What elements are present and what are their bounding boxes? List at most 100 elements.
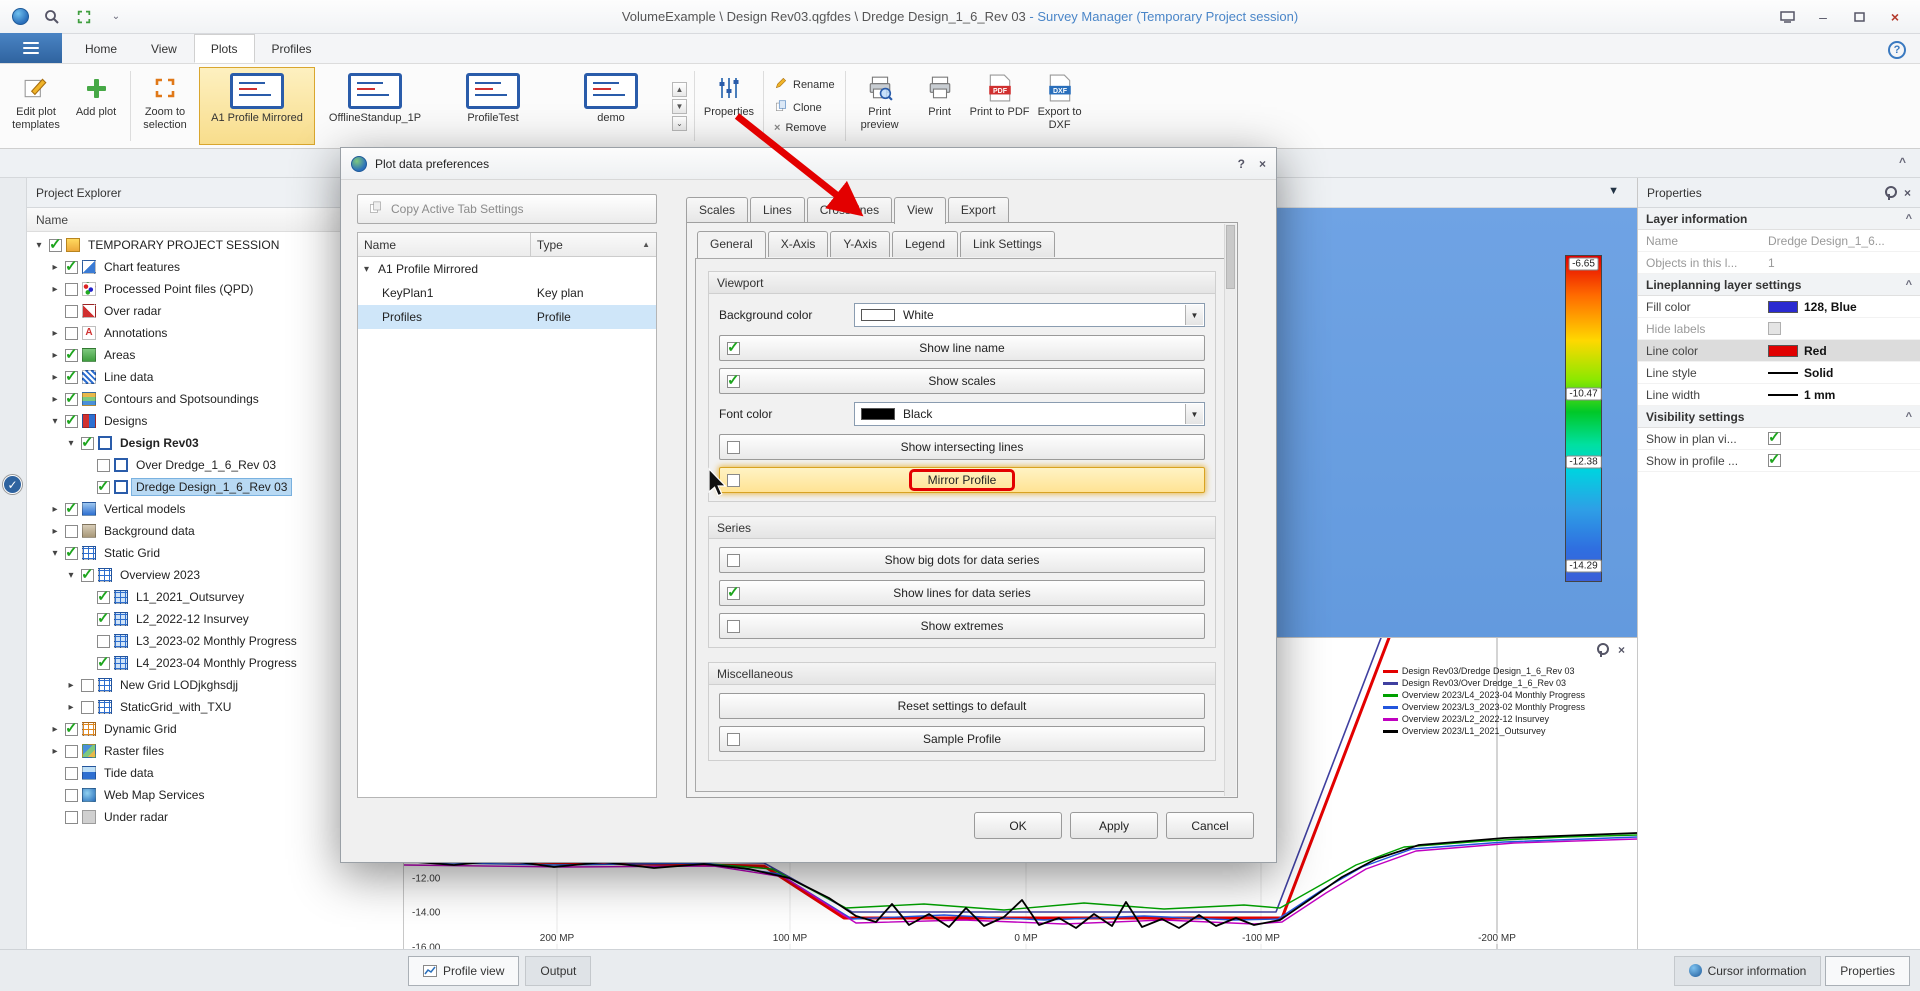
magnifier-icon[interactable] <box>42 7 62 27</box>
property-row-show-in-plan-vi[interactable]: Show in plan vi... <box>1638 428 1920 450</box>
export-to-dxf-button[interactable]: DXF Export to DXF <box>1030 67 1090 145</box>
show-intersecting-lines-checkbox[interactable] <box>727 441 740 454</box>
tree-checkbox[interactable] <box>81 569 94 582</box>
tree-checkbox[interactable] <box>97 591 110 604</box>
maximize-button[interactable] <box>1850 8 1868 26</box>
print-button[interactable]: Print <box>910 67 970 145</box>
pin-icon[interactable] <box>1884 186 1894 200</box>
pin-icon[interactable] <box>1596 643 1606 657</box>
show-scales-toggle[interactable]: Show scales <box>719 368 1205 394</box>
property-checkbox[interactable] <box>1768 454 1781 467</box>
rename-button[interactable]: Rename <box>768 75 841 94</box>
tree-checkbox[interactable] <box>65 261 78 274</box>
show-big-dots-checkbox[interactable] <box>727 554 740 567</box>
tree-checkbox[interactable] <box>65 525 78 538</box>
tree-expander-icon[interactable]: ▸ <box>49 394 61 405</box>
column-header-name[interactable]: Name <box>358 233 531 256</box>
tree-expander-icon[interactable]: ▸ <box>49 328 61 339</box>
help-icon[interactable]: ? <box>1888 41 1906 59</box>
tree-expander-icon[interactable]: ▸ <box>49 746 61 757</box>
dialog-subtab-link-settings[interactable]: Link Settings <box>960 231 1055 257</box>
tree-checkbox[interactable] <box>65 305 78 318</box>
ok-button[interactable]: OK <box>974 812 1062 839</box>
close-properties-icon[interactable]: × <box>1904 186 1911 200</box>
property-row-fill-color[interactable]: Fill color128, Blue <box>1638 296 1920 318</box>
ribbon-tab-view[interactable]: View <box>134 34 194 63</box>
mirror-profile-checkbox[interactable] <box>727 474 740 487</box>
show-lines-for-data-series-toggle[interactable]: Show lines for data series <box>719 580 1205 606</box>
dialog-subtab-x-axis[interactable]: X-Axis <box>768 231 829 257</box>
property-row-objects-in-this-l[interactable]: Objects in this l...1 <box>1638 252 1920 274</box>
dialog-title-bar[interactable]: Plot data preferences ? × <box>341 148 1276 180</box>
dialog-tab-lines[interactable]: Lines <box>750 197 805 223</box>
section-header-visibility-settings[interactable]: Visibility settings^ <box>1638 406 1920 428</box>
show-line-name-toggle[interactable]: Show line name <box>719 335 1205 361</box>
edit-plot-templates-button[interactable]: Edit plot templates <box>6 67 66 145</box>
tree-expander-icon[interactable]: ▾ <box>65 438 77 449</box>
tree-checkbox[interactable] <box>65 723 78 736</box>
clone-button[interactable]: Clone <box>768 98 841 117</box>
dialog-list-row-profiles[interactable]: ProfilesProfile <box>358 305 656 329</box>
tree-expander-icon[interactable]: ▸ <box>49 350 61 361</box>
tree-expander-icon[interactable]: ▸ <box>49 262 61 273</box>
tree-checkbox[interactable] <box>65 393 78 406</box>
property-row-line-width[interactable]: Line width1 mm <box>1638 384 1920 406</box>
cancel-button[interactable]: Cancel <box>1166 812 1254 839</box>
properties-tab[interactable]: Properties <box>1825 956 1910 986</box>
show-extremes-checkbox[interactable] <box>727 620 740 633</box>
tree-checkbox[interactable] <box>65 283 78 296</box>
property-row-hide-labels[interactable]: Hide labels <box>1638 318 1920 340</box>
dialog-list-row-keyplan1[interactable]: KeyPlan1Key plan <box>358 281 656 305</box>
apply-button[interactable]: Apply <box>1070 812 1158 839</box>
tree-expander-icon[interactable]: ▸ <box>49 724 61 735</box>
plot-gallery-item-offlinestandup-1p[interactable]: OfflineStandup_1P <box>317 67 433 145</box>
dialog-close-icon[interactable]: × <box>1259 157 1266 171</box>
fit-extents-icon[interactable] <box>74 7 94 27</box>
tree-checkbox[interactable] <box>81 437 94 450</box>
mirror-profile-toggle[interactable]: Mirror Profile <box>719 467 1205 493</box>
tree-expander-icon[interactable]: ▸ <box>65 702 77 713</box>
app-menu-button[interactable] <box>0 33 62 63</box>
chevron-down-icon[interactable]: ▼ <box>1185 404 1203 424</box>
map-dropdown-icon[interactable]: ▼ <box>1608 185 1619 197</box>
show-lines-for-data-series-checkbox[interactable] <box>727 587 740 600</box>
reset-settings-button[interactable]: Reset settings to default <box>719 693 1205 719</box>
dialog-subtab-legend[interactable]: Legend <box>892 231 958 257</box>
tree-checkbox[interactable] <box>65 371 78 384</box>
dialog-help-icon[interactable]: ? <box>1238 157 1245 171</box>
show-extremes-toggle[interactable]: Show extremes <box>719 613 1205 639</box>
tree-checkbox[interactable] <box>65 349 78 362</box>
properties-button[interactable]: Properties <box>699 67 759 145</box>
print-preview-button[interactable]: Print preview <box>850 67 910 145</box>
copy-active-tab-settings-button[interactable]: Copy Active Tab Settings <box>357 194 657 224</box>
gallery-expand-icon[interactable]: ⌄ <box>672 116 687 131</box>
tree-expander-icon[interactable]: ▾ <box>49 416 61 427</box>
gallery-scroll-up-icon[interactable]: ▲ <box>672 82 687 97</box>
tree-checkbox[interactable] <box>65 745 78 758</box>
dialog-list-row-a1-profile-mirrored[interactable]: ▾A1 Profile Mirrored <box>358 257 656 281</box>
plot-gallery-item-profiletest[interactable]: ProfileTest <box>435 67 551 145</box>
dialog-subtab-general[interactable]: General <box>697 231 766 258</box>
tree-expander-icon[interactable]: ▾ <box>49 548 61 559</box>
sample-profile-toggle[interactable]: Sample Profile <box>719 726 1205 752</box>
property-row-line-color[interactable]: Line colorRed <box>1638 340 1920 362</box>
qat-dropdown-icon[interactable]: ⌄ <box>106 7 126 27</box>
tree-expander-icon[interactable]: ▸ <box>65 680 77 691</box>
dialog-tab-scales[interactable]: Scales <box>686 197 748 223</box>
collapse-ribbon-icon[interactable]: ^ <box>1899 155 1906 169</box>
tree-checkbox[interactable] <box>65 327 78 340</box>
show-scales-checkbox[interactable] <box>727 375 740 388</box>
tree-checkbox[interactable] <box>65 767 78 780</box>
dialog-tab-cross-lines[interactable]: Cross lines <box>807 197 892 223</box>
plot-gallery-item-demo[interactable]: demo <box>553 67 669 145</box>
scrollbar[interactable] <box>1224 224 1236 796</box>
close-profile-view-icon[interactable]: × <box>1618 643 1625 657</box>
column-header-type[interactable]: Type▲ <box>531 233 656 256</box>
screen-capture-icon[interactable] <box>1778 8 1796 26</box>
tree-expander-icon[interactable]: ▸ <box>49 284 61 295</box>
dialog-tab-export[interactable]: Export <box>948 197 1009 223</box>
font-color-select[interactable]: Black ▼ <box>854 402 1205 426</box>
tree-checkbox[interactable] <box>97 657 110 670</box>
minimize-button[interactable]: – <box>1814 8 1832 26</box>
tree-expander-icon[interactable]: ▸ <box>49 504 61 515</box>
